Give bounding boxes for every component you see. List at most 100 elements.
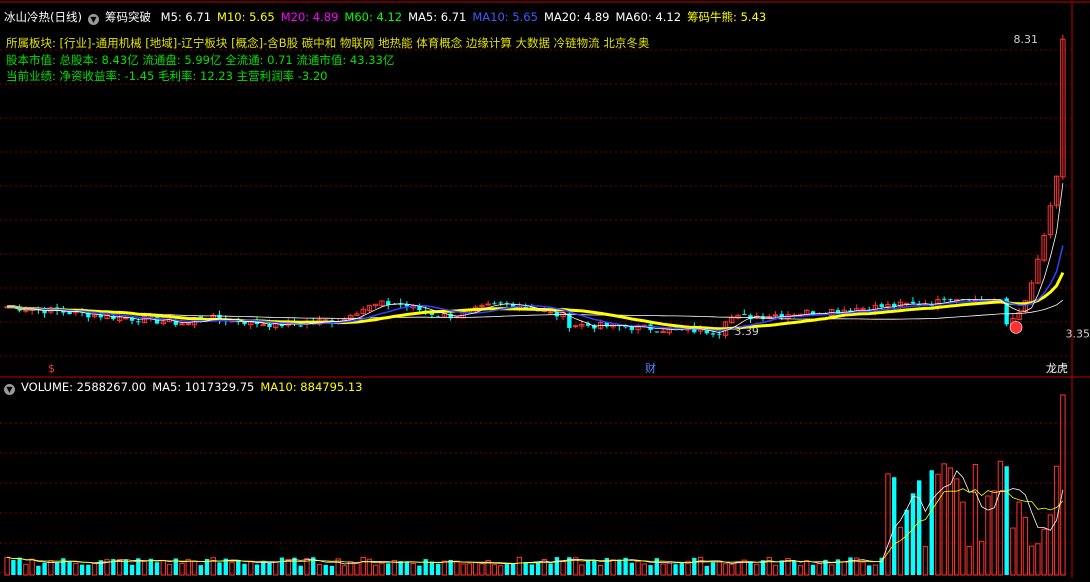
candle-body <box>880 304 884 307</box>
volume-bar <box>673 564 677 575</box>
price-label-max: 8.31 <box>1014 33 1039 46</box>
indicator-value: M60: 4.12 <box>344 10 402 24</box>
volume-bar <box>1011 528 1015 575</box>
candle-body <box>299 325 303 326</box>
indicator-values: M5: 6.71M10: 5.65M20: 4.89M60: 4.12MA5: … <box>161 10 773 24</box>
stock-name[interactable]: 冰山冷热(日线) <box>4 10 82 24</box>
volume-bar <box>149 559 153 575</box>
indicator-value: M20: 4.89 <box>281 10 339 24</box>
volume-bar <box>555 557 559 575</box>
indicator-value: M10: 5.65 <box>217 10 275 24</box>
volume-bar <box>680 563 684 575</box>
candle-body <box>417 307 421 310</box>
volume-bar <box>1042 529 1046 575</box>
volume-bar <box>5 557 9 575</box>
volume-bar <box>374 565 378 575</box>
indicator-name[interactable]: 筹码突破 <box>105 10 151 24</box>
candle-body <box>99 315 103 317</box>
volume-bar <box>423 559 427 575</box>
candle-body <box>267 324 271 327</box>
volume-value: MA10: 884795.13 <box>260 380 362 394</box>
volume-bar <box>236 560 240 575</box>
volume-bar <box>886 474 890 575</box>
volume-bar <box>705 566 709 575</box>
volume-bar <box>530 564 534 575</box>
volume-bar <box>692 558 696 575</box>
volume-bar <box>86 565 90 575</box>
volume-bar <box>923 546 927 575</box>
performance-label: 当前业绩: <box>6 69 56 83</box>
volume-bar <box>930 470 934 575</box>
volume-bar <box>898 527 902 575</box>
candle-body <box>555 312 559 317</box>
volume-bar <box>792 561 796 575</box>
candle-body <box>711 333 715 334</box>
capital-label: 股本市值: <box>6 53 56 67</box>
volume-bar <box>967 547 971 575</box>
capital-line: 股本市值: 总股本: 8.43亿 流通盘: 5.99亿 全流通: 0.71 流通… <box>6 52 394 68</box>
volume-bar <box>55 563 59 575</box>
candle-body <box>324 320 328 321</box>
candle-body <box>861 309 865 310</box>
volume-bar <box>1023 517 1027 575</box>
volume-bar <box>698 557 702 575</box>
volume-bar <box>711 562 715 575</box>
volume-bar <box>405 562 409 575</box>
candle-body <box>136 321 140 322</box>
volume-values: VOLUME: 2588267.00MA5: 1017329.75MA10: 8… <box>21 380 369 394</box>
volume-bar <box>905 510 909 575</box>
volume-dropdown-icon[interactable]: ▼ <box>4 384 15 395</box>
volume-bar <box>1061 395 1065 575</box>
price-header: 冰山冷热(日线)▼筹码突破 M5: 6.71M10: 5.65M20: 4.89… <box>4 9 778 25</box>
dividend-marker: $ <box>48 362 55 375</box>
volume-bar <box>386 563 390 575</box>
volume-bar <box>880 558 884 575</box>
candle-body <box>911 302 915 303</box>
volume-bar <box>242 564 246 575</box>
volume-bar <box>417 566 421 575</box>
volume-bar <box>523 562 527 575</box>
volume-bar <box>280 558 284 575</box>
volume-bar <box>255 564 259 575</box>
volume-bar <box>155 562 159 575</box>
candle-body <box>492 303 496 304</box>
volume-bar <box>911 493 915 575</box>
chart-canvas[interactable]: 8.313.353.39$财龙虎 <box>0 0 1090 578</box>
volume-header: ▼ VOLUME: 2588267.00MA5: 1017329.75MA10: … <box>4 380 375 395</box>
volume-bar <box>361 557 365 575</box>
volume-bar <box>798 566 802 575</box>
volume-bar <box>342 566 346 575</box>
longhu-marker: 龙虎 <box>1046 362 1068 375</box>
volume-bar <box>517 557 521 575</box>
volume-bar <box>1036 544 1040 575</box>
volume-bar <box>399 561 403 575</box>
stock-chart-window[interactable]: 8.313.353.39$财龙虎 冰山冷热(日线)▼筹码突破 M5: 6.71M… <box>0 0 1090 578</box>
candle-body <box>742 314 746 315</box>
volume-bar <box>998 461 1002 575</box>
candle-body <box>124 318 128 319</box>
finance-marker: 财 <box>645 361 656 375</box>
volume-bar <box>1029 546 1033 575</box>
volume-bar <box>436 564 440 575</box>
volume-bar <box>124 560 128 575</box>
indicator-value: MA60: 4.12 <box>616 10 682 24</box>
candle-body <box>498 302 502 303</box>
volume-bar <box>199 565 203 575</box>
volume-bar <box>330 566 334 575</box>
volume-bar <box>979 541 983 575</box>
signal-ball-icon <box>1010 321 1022 333</box>
volume-bar <box>954 479 958 575</box>
indicator-dropdown-icon[interactable]: ▼ <box>88 14 99 25</box>
performance-line: 当前业绩: 净资收益率: -1.45 毛利率: 12.23 主营利润率 -3.2… <box>6 68 328 84</box>
volume-bar <box>773 565 777 575</box>
indicator-value: MA10: 5.65 <box>472 10 538 24</box>
volume-value: MA5: 1017329.75 <box>152 380 254 394</box>
capital-value: 总股本: 8.43亿 流通盘: 5.99亿 全流通: 0.71 流通市值: 43… <box>60 53 395 67</box>
volume-bar <box>811 565 815 575</box>
sector-line: 所属板块: [行业]-通用机械 [地域]-辽宁板块 [概念]-含B股 碳中和 物… <box>6 35 649 51</box>
volume-bar <box>1004 466 1008 575</box>
volume-bar <box>267 562 271 575</box>
candle-body <box>942 299 946 300</box>
volume-bar <box>617 559 621 575</box>
candle-body <box>573 326 577 327</box>
